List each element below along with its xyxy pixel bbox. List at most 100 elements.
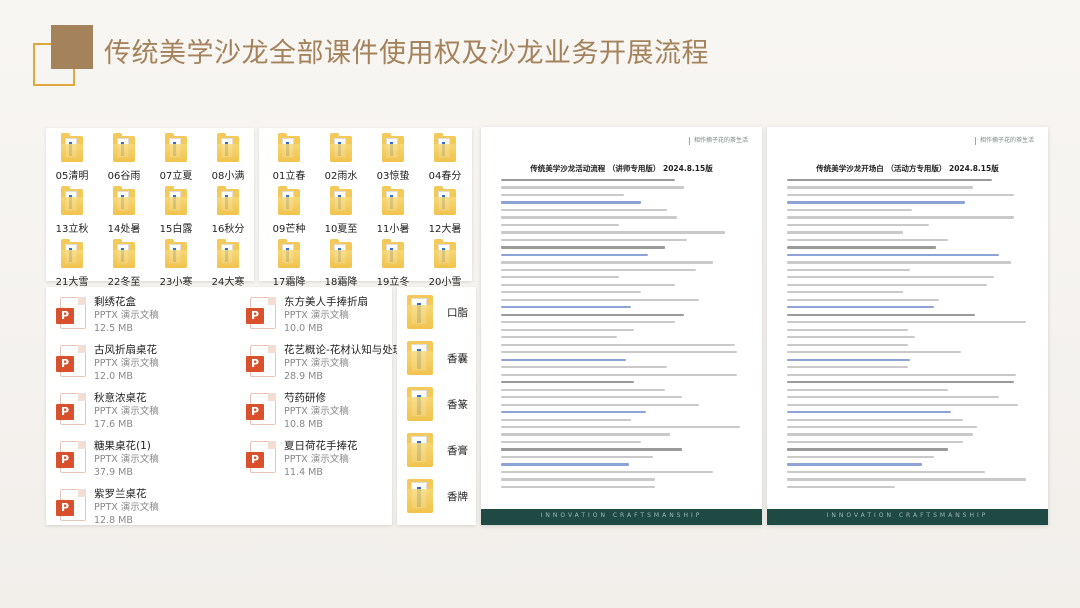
slide: 传统美学沙龙全部课件使用权及沙龙业务开展流程 05清明 06谷雨 07立夏 08小满 1…	[0, 0, 1080, 608]
folder-label: 13立秋	[55, 224, 89, 235]
folder-icon	[278, 239, 300, 268]
file-size: 17.6 MB	[94, 419, 133, 430]
file-item[interactable]: P 紫罗兰桌花 PPTX 演示文稿 12.8 MB	[56, 487, 159, 527]
file-name: 夏日荷花手捧花	[284, 440, 358, 452]
pptx-file-icon: P	[246, 441, 276, 473]
folder-icon	[61, 186, 83, 215]
file-type: PPTX 演示文稿	[284, 310, 349, 321]
file-name: 东方美人手捧折扇	[284, 296, 368, 308]
document-page-2[interactable]: 相作摘子花的茶生活 传统美学沙龙开场白 （活动方专用版） 2024.8.15版 …	[767, 127, 1048, 525]
folder-item[interactable]: 03惊蛰	[367, 130, 419, 183]
file-item[interactable]: P 夏日荷花手捧花 PPTX 演示文稿 11.4 MB	[246, 439, 358, 479]
folder-icon	[165, 186, 187, 215]
folder-label: 04春分	[428, 171, 462, 182]
folder-item[interactable]: 05清明	[46, 130, 98, 183]
file-size: 11.4 MB	[284, 467, 323, 478]
folder-icon	[113, 186, 135, 215]
folder-item[interactable]: 15白露	[150, 183, 202, 236]
folder-label: 24大寒	[211, 277, 245, 288]
folder-label: 18霜降	[324, 277, 358, 288]
folder-item[interactable]: 14处暑	[98, 183, 150, 236]
folder-label: 22冬至	[107, 277, 141, 288]
file-name: 紫罗兰桌花	[94, 488, 147, 500]
file-size: 12.8 MB	[94, 515, 133, 526]
folder-item[interactable]: 23小寒	[150, 236, 202, 289]
folder-icon	[407, 387, 433, 421]
doc-title: 传统美学沙龙活动流程 （讲师专用版） 2024.8.15版	[530, 164, 713, 173]
folder-icon	[382, 133, 404, 162]
folder-item[interactable]: 08小满	[202, 130, 254, 183]
file-item[interactable]: P 芍药研修 PPTX 演示文稿 10.8 MB	[246, 391, 349, 431]
doc-brand: 相作摘子花的茶生活	[668, 137, 748, 145]
document-page-1[interactable]: 相作摘子花的茶生活 传统美学沙龙活动流程 （讲师专用版） 2024.8.15版 …	[481, 127, 762, 525]
folder-item[interactable]: 22冬至	[98, 236, 150, 289]
folder-item[interactable]: 01立春	[263, 130, 315, 183]
pptx-file-icon: P	[56, 297, 86, 329]
folder-item[interactable]: 香牌	[407, 479, 468, 513]
folder-label: 21大雪	[55, 277, 89, 288]
folder-label: 05清明	[55, 171, 89, 182]
doc-footer: INNOVATION CRAFTSMANSHIP	[767, 509, 1048, 525]
folder-icon	[330, 186, 352, 215]
doc-brand: 相作摘子花的茶生活	[954, 137, 1034, 145]
file-name: 剩绣花盒	[94, 296, 136, 308]
folder-label: 香囊	[447, 352, 468, 365]
folder-label: 15白露	[159, 224, 193, 235]
folder-item[interactable]: 06谷雨	[98, 130, 150, 183]
doc-title: 传统美学沙龙开场白 （活动方专用版） 2024.8.15版	[816, 164, 999, 173]
file-name: 古风折扇桌花	[94, 344, 157, 356]
file-item[interactable]: P 东方美人手捧折扇 PPTX 演示文稿 10.0 MB	[246, 295, 368, 335]
pptx-file-icon: P	[246, 393, 276, 425]
folder-item[interactable]: 19立冬	[367, 236, 419, 289]
folder-item[interactable]: 12大暑	[419, 183, 471, 236]
file-name: 花艺概论-花材认知与处理	[284, 344, 404, 356]
folder-item[interactable]: 20小雪	[419, 236, 471, 289]
folder-item[interactable]: 17霜降	[263, 236, 315, 289]
folder-icon	[217, 186, 239, 215]
folder-item[interactable]: 04春分	[419, 130, 471, 183]
folder-label: 19立冬	[376, 277, 410, 288]
folder-icon	[407, 295, 433, 329]
folder-icon	[278, 133, 300, 162]
file-type: PPTX 演示文稿	[284, 406, 349, 417]
folder-icon	[165, 133, 187, 162]
folder-item[interactable]: 香囊	[407, 341, 468, 375]
folder-label: 口脂	[447, 306, 468, 319]
folder-item[interactable]: 16秋分	[202, 183, 254, 236]
folder-label: 10夏至	[324, 224, 358, 235]
folder-item[interactable]: 口脂	[407, 295, 468, 329]
folder-label: 23小寒	[159, 277, 193, 288]
folder-item[interactable]: 07立夏	[150, 130, 202, 183]
folder-icon	[113, 239, 135, 268]
file-size: 12.5 MB	[94, 323, 133, 334]
doc-body	[501, 179, 742, 493]
folder-label: 20小雪	[428, 277, 462, 288]
file-item[interactable]: P 糖果桌花(1) PPTX 演示文稿 37.9 MB	[56, 439, 159, 479]
folder-item[interactable]: 18霜降	[315, 236, 367, 289]
file-item[interactable]: P 花艺概论-花材认知与处理 PPTX 演示文稿 28.9 MB	[246, 343, 404, 383]
folder-label: 12大暑	[428, 224, 462, 235]
folder-item[interactable]: 02雨水	[315, 130, 367, 183]
file-list-panel: P 剩绣花盒 PPTX 演示文稿 12.5 MB P 东方美人手捧折扇 PPTX 演示文稿 1…	[46, 287, 403, 527]
file-item[interactable]: P 秋意浓桌花 PPTX 演示文稿 17.6 MB	[56, 391, 159, 431]
folder-item[interactable]: 香膏	[407, 433, 468, 467]
folder-label: 09芒种	[272, 224, 306, 235]
folder-item[interactable]: 11小暑	[367, 183, 419, 236]
folder-icon	[330, 133, 352, 162]
folder-item[interactable]: 香篆	[407, 387, 468, 421]
folder-list-panel: 口脂香囊香篆香膏香牌	[397, 287, 476, 525]
file-item[interactable]: P 剩绣花盒 PPTX 演示文稿 12.5 MB	[56, 295, 159, 335]
folder-label: 01立春	[272, 171, 306, 182]
file-size: 12.0 MB	[94, 371, 133, 382]
folder-icon	[407, 479, 433, 513]
file-item[interactable]: P 古风折扇桌花 PPTX 演示文稿 12.0 MB	[56, 343, 159, 383]
folder-item[interactable]: 13立秋	[46, 183, 98, 236]
folder-item[interactable]: 24大寒	[202, 236, 254, 289]
folder-item[interactable]: 10夏至	[315, 183, 367, 236]
folder-label: 02雨水	[324, 171, 358, 182]
file-size: 37.9 MB	[94, 467, 133, 478]
file-type: PPTX 演示文稿	[94, 310, 159, 321]
doc-body	[787, 179, 1028, 493]
folder-item[interactable]: 09芒种	[263, 183, 315, 236]
folder-item[interactable]: 21大雪	[46, 236, 98, 289]
